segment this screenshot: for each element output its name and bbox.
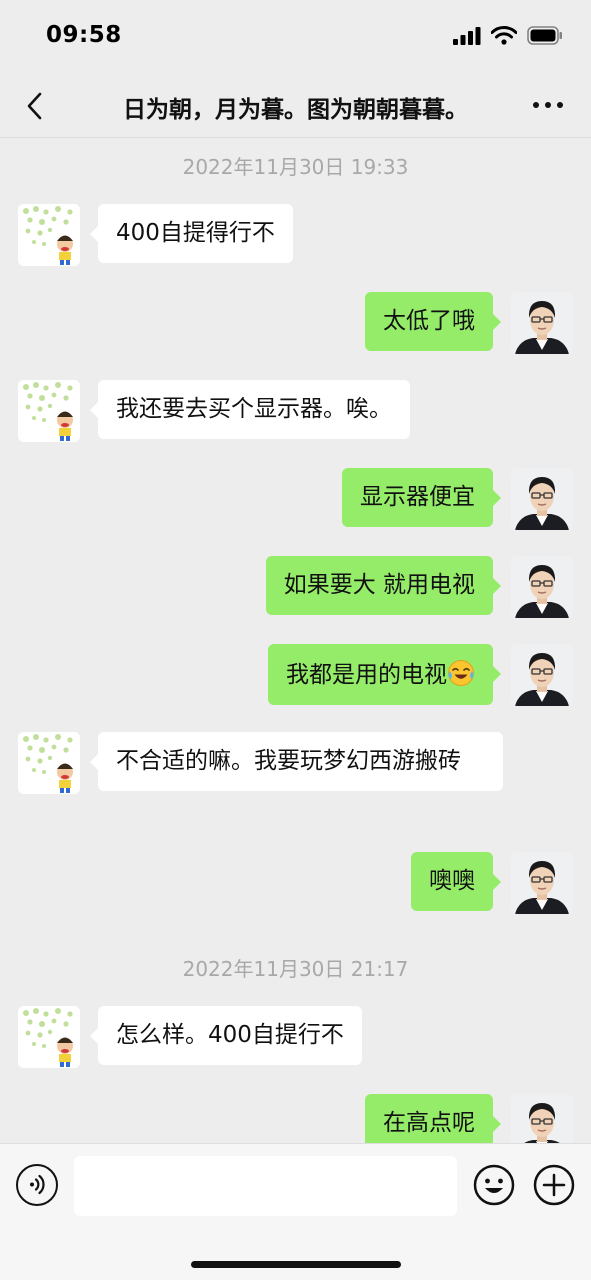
message-bubble[interactable]: 不合适的嘛。我要玩梦幻西游搬砖 [90, 732, 503, 791]
my-avatar[interactable] [511, 468, 573, 530]
chat-messages[interactable]: 2022年11月30日 19:33 400自提得行不 太低了哦 我还要去买个显示… [0, 138, 591, 1143]
ellipsis-icon[interactable] [533, 102, 563, 108]
message-bubble[interactable]: 我都是用的电视 [268, 644, 501, 705]
home-indicator[interactable] [191, 1261, 401, 1268]
message-bubble[interactable]: 在高点呢 [365, 1094, 501, 1143]
cellular-signal-icon [453, 26, 481, 45]
my-avatar[interactable] [511, 852, 573, 914]
contact-avatar[interactable] [18, 1006, 80, 1068]
laughing-crying-emoji-icon [448, 660, 474, 686]
status-bar: 09:58 [0, 0, 591, 76]
message-bubble[interactable]: 显示器便宜 [342, 468, 501, 527]
timestamp: 2022年11月30日 21:17 [182, 957, 409, 981]
chevron-left-icon[interactable] [18, 88, 50, 124]
message-bubble[interactable]: 怎么样。400自提行不 [90, 1006, 362, 1065]
my-avatar[interactable] [511, 1094, 573, 1143]
message-bubble[interactable]: 400自提得行不 [90, 204, 293, 263]
input-bar [0, 1143, 591, 1280]
my-avatar[interactable] [511, 292, 573, 354]
message-bubble[interactable]: 噢噢 [411, 852, 501, 911]
message-bubble[interactable]: 我还要去买个显示器。唉。 [90, 380, 410, 439]
chat-header: 日为朝，月为暮。图为朝朝暮暮。 [0, 76, 591, 138]
status-icons [453, 26, 563, 45]
battery-icon [527, 26, 562, 45]
timestamp: 2022年11月30日 19:33 [182, 155, 409, 179]
message-text: 我都是用的电视 [286, 662, 447, 688]
contact-avatar[interactable] [18, 204, 80, 266]
wifi-icon [491, 26, 517, 45]
message-bubble[interactable]: 太低了哦 [365, 292, 501, 351]
message-input[interactable] [74, 1156, 457, 1216]
my-avatar[interactable] [511, 556, 573, 618]
status-time: 09:58 [46, 22, 122, 48]
plus-icon[interactable] [533, 1164, 575, 1206]
smiley-icon[interactable] [473, 1164, 515, 1206]
contact-avatar[interactable] [18, 732, 80, 794]
my-avatar[interactable] [511, 644, 573, 706]
message-bubble[interactable]: 如果要大 就用电视 [265, 556, 502, 615]
chat-title: 日为朝，月为暮。图为朝朝暮暮。 [123, 97, 468, 123]
voice-icon[interactable] [16, 1164, 58, 1206]
contact-avatar[interactable] [18, 380, 80, 442]
